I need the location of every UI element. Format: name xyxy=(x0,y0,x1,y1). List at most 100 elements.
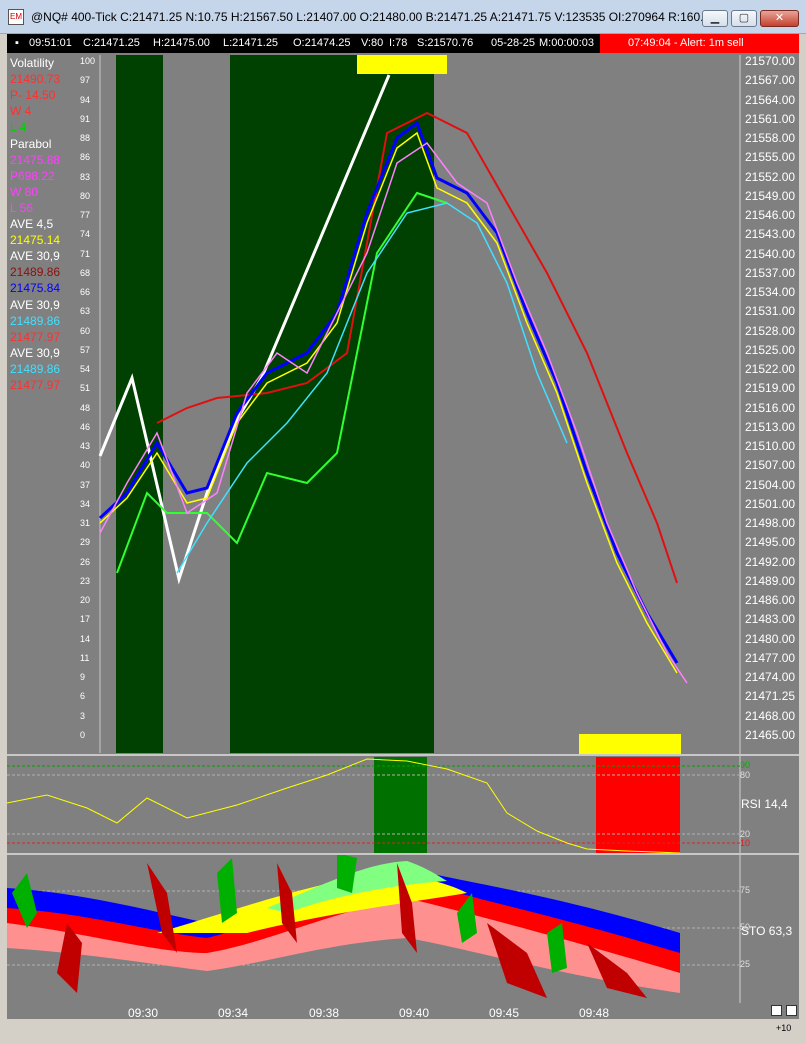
info-volume: V:80 xyxy=(361,37,384,49)
price-scale-label: 21525.00 xyxy=(745,342,796,357)
x-label-0948: 09:48 xyxy=(579,1006,610,1020)
price-scale-label: 21537.00 xyxy=(745,265,796,280)
tick-marker: ▪ xyxy=(15,37,19,49)
legend-item: 21477.97 xyxy=(10,378,61,392)
maximize-button[interactable]: ▢ xyxy=(731,10,757,27)
left-scale-label: 3 xyxy=(80,710,86,721)
left-scale-label: 100 xyxy=(80,56,96,66)
panel-separator-rsi[interactable] xyxy=(7,754,799,756)
price-scale-label: 21555.00 xyxy=(745,150,796,165)
left-scale-label: 60 xyxy=(80,325,91,336)
rsi-green-zone xyxy=(374,757,427,854)
rsi-label: RSI 14,4 xyxy=(741,797,788,811)
left-scale-label: 6 xyxy=(80,691,86,702)
title-bar: EM @NQ# 400-Tick C:21471.25 N:10.75 H:21… xyxy=(0,0,806,34)
session-block-2 xyxy=(230,55,434,753)
legend-item: Volatility xyxy=(10,56,55,70)
left-scale-label: 54 xyxy=(80,364,91,374)
left-scale-label: 31 xyxy=(80,518,91,528)
legend-item: 21475.88 xyxy=(10,152,61,167)
info-s: S:21570.76 xyxy=(417,37,474,49)
alert-text: 07:49:04 - Alert: 1m sell xyxy=(628,37,744,49)
chart-canvas xyxy=(7,55,741,1003)
price-scale-label: 21510.00 xyxy=(745,439,796,453)
legend-item: W 80 xyxy=(10,184,39,199)
price-scale-label: 21495.00 xyxy=(745,535,796,550)
price-scale-label: 21474.00 xyxy=(745,670,796,684)
left-scale-label: 20 xyxy=(80,595,91,605)
left-scale-label: 83 xyxy=(80,171,91,182)
panel-separator-sto[interactable] xyxy=(7,853,799,855)
scroll-left-box[interactable] xyxy=(771,1005,782,1016)
price-scale-label: 21534.00 xyxy=(745,285,796,299)
rsi-red-zone xyxy=(596,757,680,854)
rsi-level-label-80: 80 xyxy=(740,770,751,780)
price-scale-label: 21549.00 xyxy=(745,188,796,203)
price-scale-label: 21522.00 xyxy=(745,362,796,376)
left-scale-label: 23 xyxy=(80,575,91,586)
price-scale-label: 21501.00 xyxy=(745,496,796,511)
price-scale-label: 21561.00 xyxy=(745,111,796,126)
info-m: M:00:00:03 xyxy=(539,37,595,49)
close-button[interactable]: ✕ xyxy=(760,10,799,27)
price-scale-label: 21489.00 xyxy=(745,573,796,588)
info-open: O:21474.25 xyxy=(293,37,351,49)
left-scale-label: 51 xyxy=(80,383,91,394)
price-scale-label: 21513.00 xyxy=(745,419,796,434)
rsi-line xyxy=(7,758,681,854)
legend-item: P698.22 xyxy=(10,168,55,183)
legend-item: 21489.86 xyxy=(10,265,61,280)
info-high: H:21475.00 xyxy=(153,37,210,49)
x-label-0938: 09:38 xyxy=(309,1006,340,1020)
left-scale-label: 80 xyxy=(80,190,91,201)
left-scale-label: 97 xyxy=(80,75,91,86)
app-icon: EM xyxy=(8,9,24,25)
left-scale-label: 74 xyxy=(80,229,91,240)
legend-item: AVE 30,9 xyxy=(10,345,60,360)
info-low: L:21471.25 xyxy=(223,37,279,49)
legend-item: AVE 30,9 xyxy=(10,297,60,312)
price-scale-label: 21570.00 xyxy=(745,54,796,68)
price-scale-label: 21552.00 xyxy=(745,169,796,184)
left-scale-label: 40 xyxy=(80,460,91,471)
window-title: @NQ# 400-Tick C:21471.25 N:10.75 H:21567… xyxy=(31,10,717,24)
sto-level-label-25: 25 xyxy=(740,959,751,969)
yellow-marker-bottom xyxy=(579,734,681,755)
price-scale-label: 21471.25 xyxy=(745,689,796,704)
quote-info-bar: ▪ 09:51:01 C:21471.25 H:21475.00 L:21471… xyxy=(7,34,799,53)
rsi-level-label-90: 90 xyxy=(740,760,751,770)
sto-level-label-50: 50 xyxy=(740,922,751,932)
price-scale-label: 21546.00 xyxy=(745,208,796,222)
left-scale-label: 71 xyxy=(80,248,91,259)
x-label-0940: 09:40 xyxy=(399,1006,430,1020)
legend-item: AVE 4,5 xyxy=(10,217,54,231)
price-scale-label: 21483.00 xyxy=(745,612,796,627)
price-scale-label: 21531.00 xyxy=(745,304,796,319)
legend-item: Parabol xyxy=(10,136,52,151)
chart-area[interactable] xyxy=(7,53,799,1003)
left-scale-label: 63 xyxy=(80,306,91,317)
left-scale-label: 0 xyxy=(80,729,86,740)
close-icon: ✕ xyxy=(774,12,785,24)
scroll-right-box[interactable] xyxy=(786,1005,797,1016)
maximize-icon: ▢ xyxy=(738,12,750,24)
price-scale-label: 21498.00 xyxy=(745,516,796,530)
legend-item: L 4 xyxy=(10,120,27,135)
left-scale-label: 14 xyxy=(80,633,91,644)
legend-item: AVE 30,9 xyxy=(10,249,60,264)
price-scale-label: 21477.00 xyxy=(745,650,796,665)
legend-item: 21489.86 xyxy=(10,361,61,376)
legend-item: P- 14.50 xyxy=(10,88,56,103)
price-scale-label: 21468.00 xyxy=(745,708,796,723)
sto-spike-green-2 xyxy=(217,858,237,923)
minimize-button[interactable]: ▁ xyxy=(702,10,728,27)
left-scale-label: 86 xyxy=(80,152,91,163)
legend-item: 21475.14 xyxy=(10,233,61,248)
legend-item: L 56 xyxy=(10,200,33,215)
sto-level-label-75: 75 xyxy=(740,885,751,895)
alert-box[interactable]: 07:49:04 - Alert: 1m sell xyxy=(600,34,799,53)
price-scale-label: 21480.00 xyxy=(745,631,796,646)
rsi-level-label-10: 10 xyxy=(740,838,751,848)
price-scale-label: 21540.00 xyxy=(745,246,796,261)
left-scale-label: 88 xyxy=(80,133,91,143)
